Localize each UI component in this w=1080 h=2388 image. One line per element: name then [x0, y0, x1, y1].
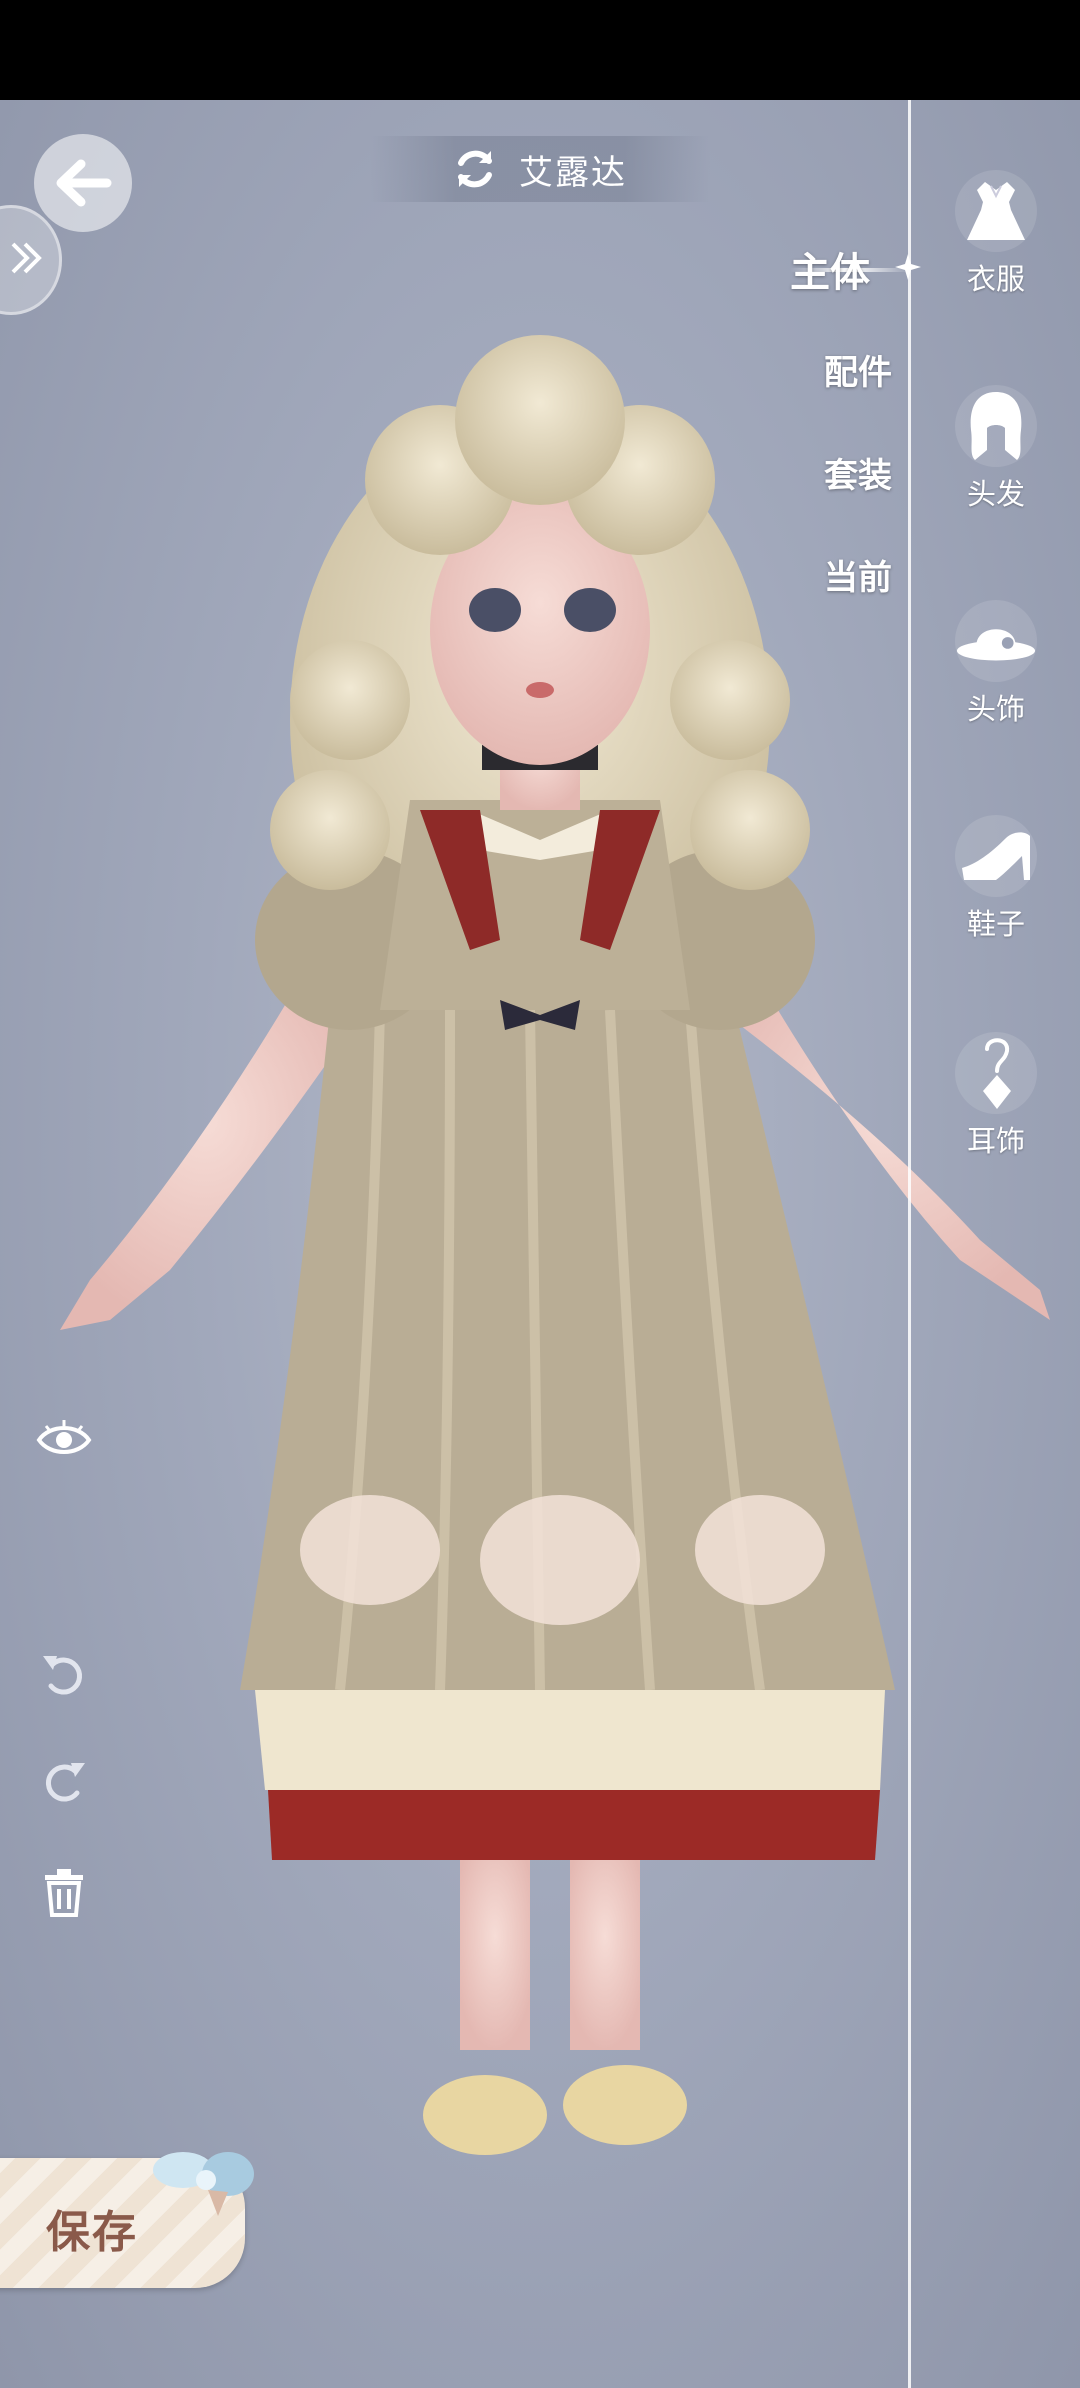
- status-bar: [0, 0, 1080, 100]
- sidebar-divider: [908, 100, 911, 2388]
- tab-accessories[interactable]: 配件: [824, 345, 892, 394]
- sidebar-item-headwear[interactable]: 头饰: [946, 600, 1046, 728]
- save-button-label: 保存: [46, 2207, 138, 2258]
- sidebar-item-shoes[interactable]: 鞋子: [946, 815, 1046, 943]
- redo-button[interactable]: [34, 1752, 94, 1812]
- undo-button[interactable]: [34, 1645, 94, 1705]
- eye-icon: [36, 1420, 92, 1454]
- high-heel-icon: [955, 815, 1037, 897]
- earring-icon: [955, 1032, 1037, 1114]
- hair-icon: [955, 385, 1037, 467]
- character-model: [60, 335, 1050, 2155]
- double-chevron-right-icon: [11, 242, 42, 274]
- trash-icon: [45, 1869, 83, 1917]
- sidebar-label-earrings: 耳饰: [966, 1124, 1025, 1158]
- sidebar-item-hair[interactable]: 头发: [946, 385, 1046, 513]
- tab-current[interactable]: 当前: [824, 550, 892, 599]
- sidebar-label-headwear: 头饰: [966, 692, 1025, 726]
- sidebar-label-clothes: 衣服: [966, 262, 1025, 296]
- tab-outfit-sets[interactable]: 套装: [824, 448, 892, 497]
- sidebar-label-hair: 头发: [966, 477, 1025, 511]
- sparkle-icon: [895, 254, 921, 280]
- undo-icon: [43, 1656, 83, 1695]
- character-name-bar[interactable]: 艾露达: [370, 136, 710, 202]
- dress-up-scene: [0, 100, 1080, 2388]
- back-button[interactable]: [34, 134, 132, 232]
- bow-decoration-icon: [153, 2152, 254, 2216]
- character-name: 艾露达: [519, 152, 627, 193]
- sidebar-item-clothes[interactable]: 衣服: [946, 170, 1046, 298]
- sidebar-item-earrings[interactable]: 耳饰: [946, 1032, 1046, 1160]
- arrow-left-icon: [56, 159, 112, 207]
- visibility-toggle-button[interactable]: [34, 1410, 94, 1470]
- sidebar-label-shoes: 鞋子: [966, 907, 1025, 941]
- dress-icon: [955, 170, 1037, 252]
- hat-icon: [955, 600, 1037, 682]
- tab-main[interactable]: 主体: [790, 240, 870, 298]
- delete-button[interactable]: [34, 1862, 94, 1922]
- refresh-icon: [458, 150, 492, 188]
- redo-icon: [45, 1763, 85, 1802]
